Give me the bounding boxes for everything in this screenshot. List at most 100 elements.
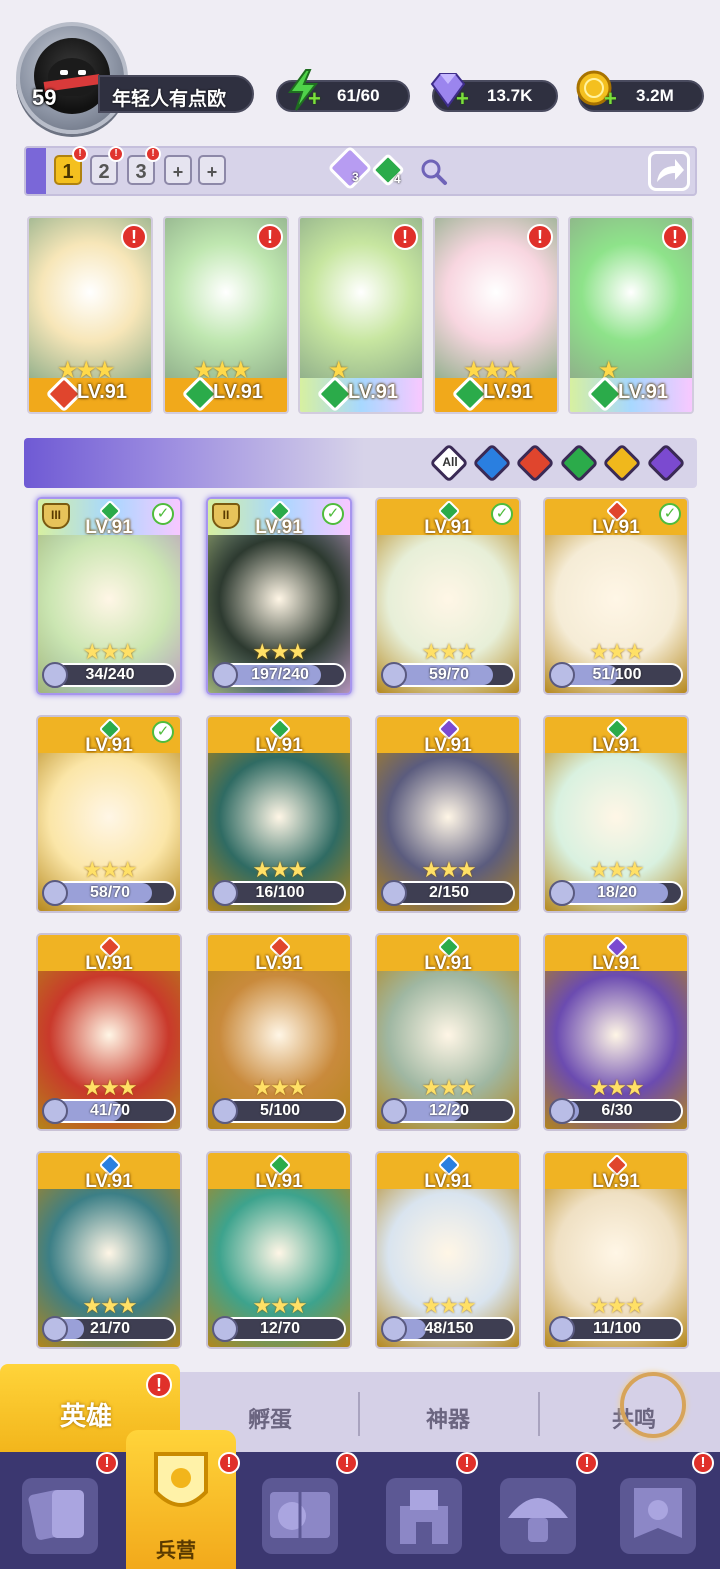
hero-level: LV.91 — [348, 381, 399, 403]
castle-icon[interactable] — [386, 1478, 462, 1554]
shard-icon — [549, 880, 575, 906]
alert-icon: ! — [527, 224, 553, 250]
notification-badge: ! — [218, 1452, 240, 1474]
tab-hatch[interactable]: 孵蛋 — [248, 1402, 292, 1434]
shard-icon — [212, 1316, 238, 1342]
star-rating: ★★★ — [421, 639, 476, 664]
hero-card[interactable]: LV.91 ★★★ 197/240 ✓ II — [206, 497, 352, 695]
hero-card[interactable]: LV.91 ★★★ 16/100 — [206, 715, 352, 913]
notification-badge: ! — [576, 1452, 598, 1474]
barracks-icon — [146, 1444, 216, 1529]
team-hero-card[interactable]: ★★★ LV.91 ! — [27, 216, 153, 414]
star-rating: ★★★ — [252, 639, 307, 664]
star-rating: ★★★ — [82, 857, 137, 882]
shard-icon — [42, 662, 68, 688]
hero-level: LV.91 — [424, 953, 472, 974]
shard-icon — [549, 1098, 575, 1124]
shard-icon — [381, 662, 407, 688]
filter-all-label: All — [442, 455, 458, 469]
hero-card[interactable]: LV.91 ★★★ 2/150 — [375, 715, 521, 913]
hero-card[interactable]: LV.91 ★★★ 6/30 — [543, 933, 689, 1131]
mushroom-icon[interactable] — [500, 1478, 576, 1554]
hero-card[interactable]: LV.91 ★★★ 41/70 — [36, 933, 182, 1131]
hero-level: LV.91 — [255, 953, 303, 974]
hero-card[interactable]: LV.91 ★★★ 51/100 ✓ — [543, 497, 689, 695]
star-rating: ★★★ — [252, 857, 307, 882]
tab-divider — [358, 1392, 360, 1436]
team-hero-card[interactable]: ★★★ LV.91 ! — [433, 216, 559, 414]
check-icon: ✓ — [491, 503, 513, 525]
share-icon[interactable] — [648, 151, 690, 191]
check-icon: ✓ — [152, 721, 174, 743]
hero-card[interactable]: LV.91 ★★★ 11/100 — [543, 1151, 689, 1349]
add-team-button[interactable]: + — [164, 155, 192, 185]
add-team-button[interactable]: + — [198, 155, 226, 185]
gold-plus-icon[interactable]: + — [604, 86, 617, 112]
hero-level: LV.91 — [592, 735, 640, 756]
star-rating: ★★★ — [82, 639, 137, 664]
notification-badge: ! — [146, 1372, 172, 1398]
notification-badge: ! — [96, 1452, 118, 1474]
hero-level: LV.91 — [424, 735, 472, 756]
star-rating: ★★★ — [421, 857, 476, 882]
cards-icon[interactable] — [22, 1478, 98, 1554]
hero-level: LV.91 — [213, 381, 264, 403]
energy-value: 61/60 — [337, 86, 380, 105]
hero-level: LV.91 — [85, 1171, 133, 1192]
purple-counter: 3 — [352, 170, 359, 184]
hero-level: LV.91 — [592, 1171, 640, 1192]
star-rating: ★★★ — [252, 1293, 307, 1318]
notification-badge: ! — [456, 1452, 478, 1474]
star-rating: ★★★ — [421, 1075, 476, 1100]
star-rating: ★★★ — [589, 639, 644, 664]
hero-card[interactable]: LV.91 ★★★ 12/20 — [375, 933, 521, 1131]
tab-artifacts[interactable]: 神器 — [426, 1402, 470, 1434]
shard-icon — [381, 1098, 407, 1124]
hero-card[interactable]: LV.91 ★★★ 58/70 ✓ — [36, 715, 182, 913]
shard-icon — [549, 1316, 575, 1342]
notification-badge: ! — [108, 146, 124, 162]
hero-card[interactable]: LV.91 ★★★ 21/70 — [36, 1151, 182, 1349]
hero-level: LV.91 — [592, 953, 640, 974]
star-rating: ★★★ — [82, 1075, 137, 1100]
shard-icon — [42, 880, 68, 906]
alert-icon: ! — [121, 224, 147, 250]
shard-icon — [212, 880, 238, 906]
hero-card[interactable]: LV.91 ★★★ 34/240 ✓ III — [36, 497, 182, 695]
shard-icon — [381, 880, 407, 906]
tab-divider — [538, 1392, 540, 1436]
star-rating: ★★★ — [421, 1293, 476, 1318]
hero-card[interactable]: LV.91 ★★★ 5/100 — [206, 933, 352, 1131]
hero-level: LV.91 — [424, 1171, 472, 1192]
notification-badge: ! — [145, 146, 161, 162]
gems-plus-icon[interactable]: + — [456, 86, 469, 112]
shard-icon — [212, 662, 238, 688]
player-level: 59 — [32, 85, 57, 110]
team-hero-card[interactable]: ★★★ LV.91 ! — [163, 216, 289, 414]
hero-card[interactable]: LV.91 ★★★ 12/70 — [206, 1151, 352, 1349]
hero-card[interactable]: LV.91 ★★★ 59/70 ✓ — [375, 497, 521, 695]
star-rating: ★★★ — [589, 1293, 644, 1318]
hero-level: LV.91 — [255, 1171, 303, 1192]
tier-badge: III — [42, 503, 70, 529]
hero-card[interactable]: LV.91 ★★★ 18/20 — [543, 715, 689, 913]
alert-icon: ! — [257, 224, 283, 250]
hero-level: LV.91 — [483, 381, 534, 403]
barracks-label: 兵营 — [156, 1540, 196, 1562]
energy-plus-icon[interactable]: + — [308, 86, 321, 112]
hero-card[interactable]: LV.91 ★★★ 48/150 — [375, 1151, 521, 1349]
book-icon[interactable] — [262, 1478, 338, 1554]
alert-icon: ! — [392, 224, 418, 250]
team-hero-card[interactable]: ★ LV.91 ! — [568, 216, 694, 414]
star-rating: ★★★ — [589, 857, 644, 882]
team-hero-card[interactable]: ★ LV.91 ! — [298, 216, 424, 414]
banner-icon[interactable] — [620, 1478, 696, 1554]
star-rating: ★★★ — [252, 1075, 307, 1100]
hero-level: LV.91 — [255, 735, 303, 756]
shard-icon — [42, 1098, 68, 1124]
shard-icon — [381, 1316, 407, 1342]
hero-level: LV.91 — [77, 381, 128, 403]
magnifier-icon[interactable] — [420, 158, 448, 191]
tier-badge: II — [212, 503, 240, 529]
notification-badge: ! — [692, 1452, 714, 1474]
